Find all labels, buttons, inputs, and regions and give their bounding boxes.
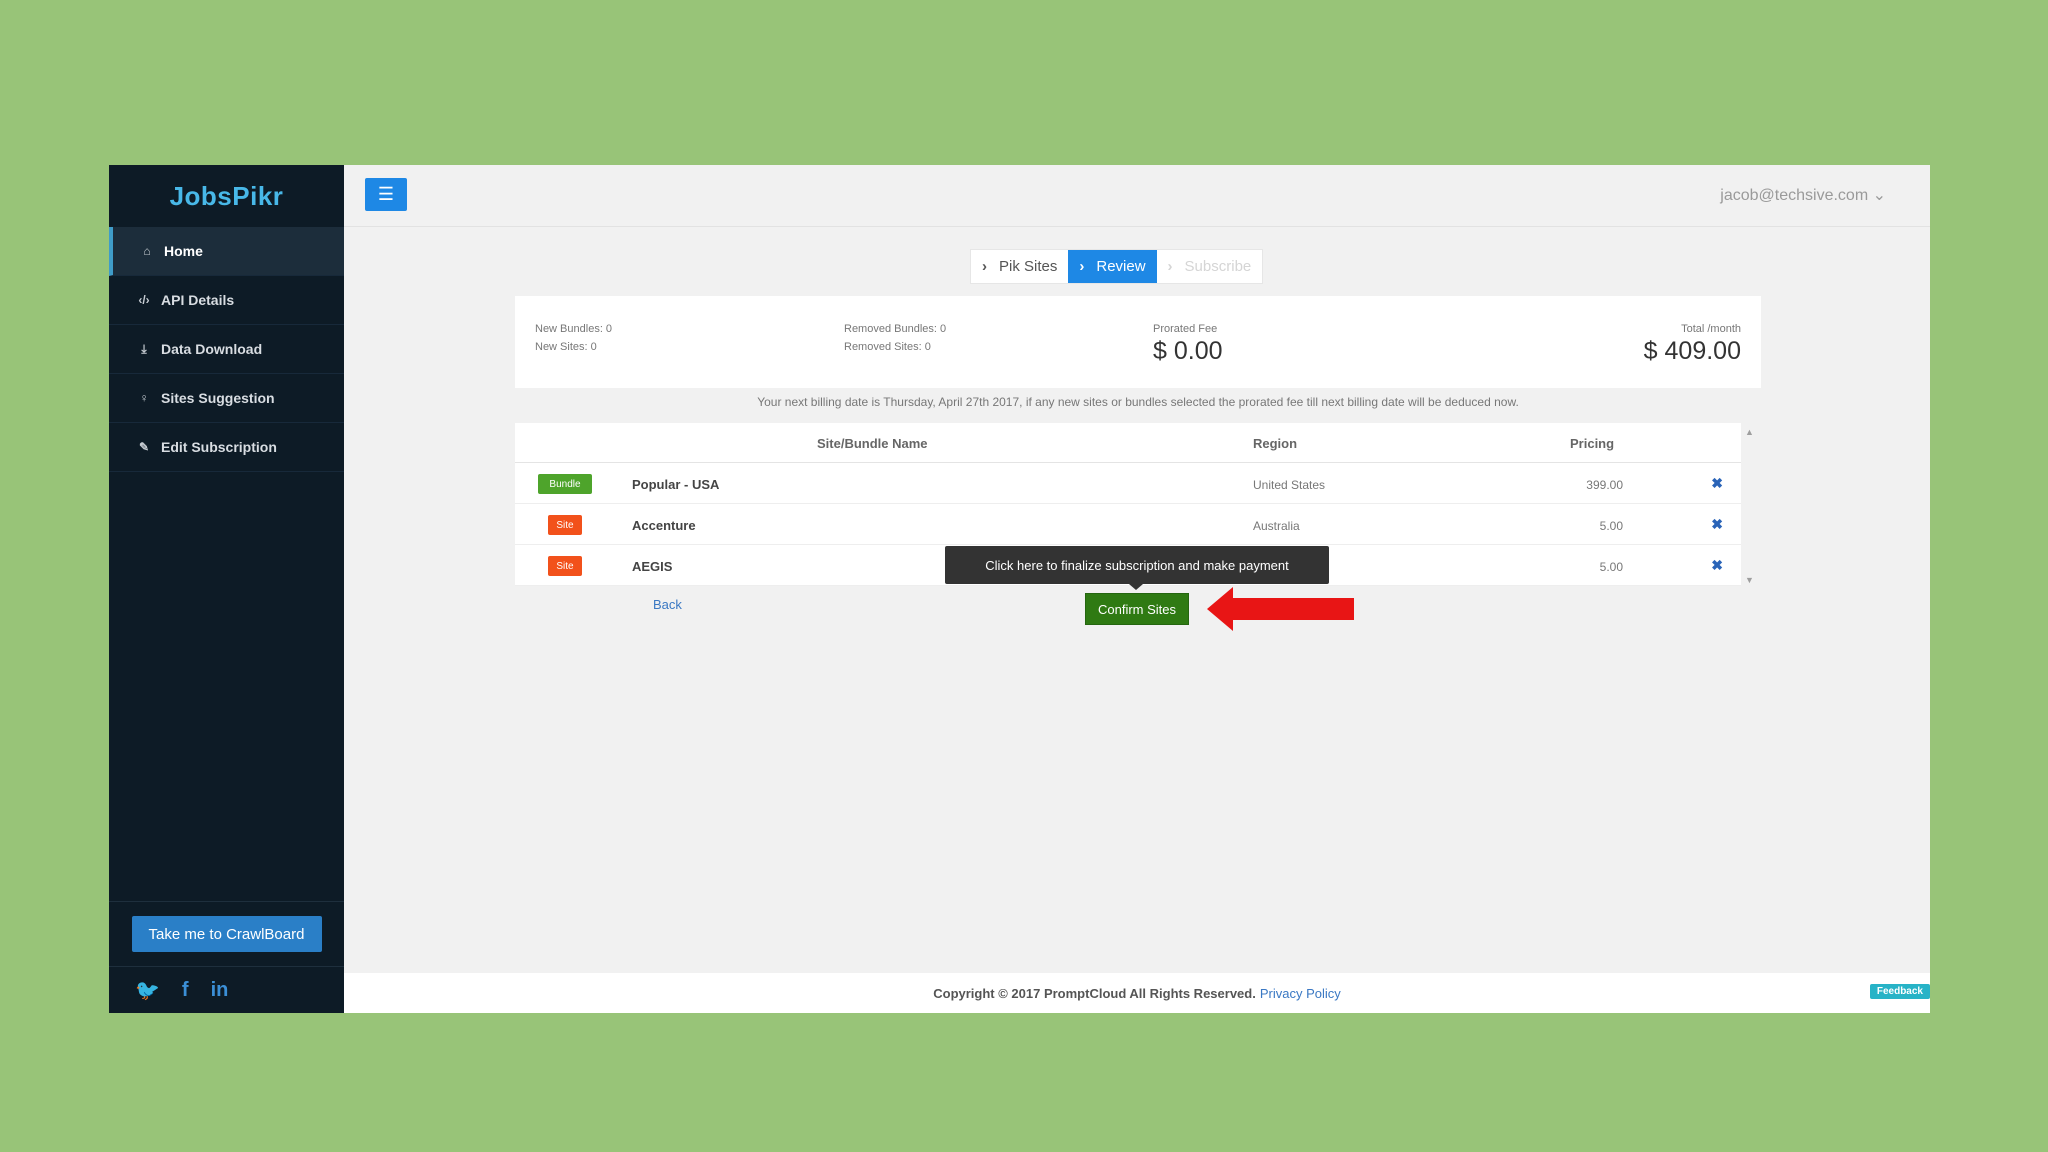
logo: JobsPikr <box>169 180 284 211</box>
site-name: AEGIS <box>632 559 673 574</box>
header-region: Region <box>1253 436 1298 451</box>
site-region: United States <box>1253 478 1326 492</box>
twitter-icon[interactable]: 🐦 <box>135 978 160 1003</box>
header-name: Site/Bundle Name <box>817 436 928 451</box>
step-subscribe: › Subscribe <box>1157 250 1263 283</box>
sidebar-item-label: Sites Suggestion <box>161 390 275 406</box>
menu-toggle-button[interactable]: ☰ <box>365 178 407 211</box>
total-label: Total /month <box>1681 323 1741 335</box>
feedback-button[interactable]: Feedback <box>1869 984 1930 999</box>
step-label: Pik Sites <box>999 258 1058 275</box>
crawlboard-button[interactable]: Take me to CrawlBoard <box>131 916 322 952</box>
copyright-text: Copyright © 2017 PromptCloud All Rights … <box>933 985 1256 1001</box>
summary-panel: New Bundles: 0 New Sites: 0 Removed Bund… <box>515 296 1761 388</box>
sidebar-footer: Take me to CrawlBoard 🐦 f in <box>109 901 344 1013</box>
home-icon: ⌂ <box>143 244 151 258</box>
site-badge: Site <box>548 515 582 535</box>
site-name: Popular - USA <box>632 477 720 492</box>
remove-icon[interactable]: ✖ <box>1711 516 1723 533</box>
sidebar-item-label: Data Download <box>161 341 263 357</box>
sidebar-item-edit-subscription[interactable]: ✎ Edit Subscription <box>109 423 344 472</box>
billing-note: Your next billing date is Thursday, Apri… <box>757 395 1519 409</box>
table-header: Site/Bundle Name Region Pricing <box>515 423 1741 463</box>
facebook-icon[interactable]: f <box>182 979 189 1002</box>
top-bar: ☰ jacob@techsive.com ⌄ <box>344 165 1930 227</box>
total-value: $ 409.00 <box>1643 337 1741 365</box>
bundle-badge: Bundle <box>538 474 592 494</box>
code-icon: ‹/› <box>138 293 150 307</box>
sidebar-item-api-details[interactable]: ‹/› API Details <box>109 276 344 325</box>
chevron-right-icon: › <box>982 258 987 275</box>
remove-icon[interactable]: ✖ <box>1711 557 1723 574</box>
sidebar: JobsPikr ⌂ Home ‹/› API Details ⤓ Data D… <box>109 165 344 1013</box>
new-bundles: New Bundles: 0 <box>535 323 613 335</box>
removed-bundles: Removed Bundles: 0 <box>844 323 947 335</box>
removed-counts: Removed Bundles: 0 Removed Sites: 0 <box>844 320 946 356</box>
chevron-right-icon: › <box>1079 258 1085 275</box>
table-scrollbar[interactable]: ▲ ▼ <box>1741 423 1761 589</box>
user-menu[interactable]: jacob@techsive.com ⌄ <box>1720 185 1886 205</box>
edit-icon: ✎ <box>138 440 150 454</box>
prorated-value: $ 0.00 <box>1153 337 1223 365</box>
new-counts: New Bundles: 0 New Sites: 0 <box>535 320 612 356</box>
prorated-label: Prorated Fee <box>1153 323 1218 335</box>
back-link[interactable]: Back <box>653 597 682 612</box>
table-row: Bundle Popular - USA United States 399.0… <box>515 463 1741 504</box>
site-name: Accenture <box>632 518 696 533</box>
table-row: Site Accenture Australia 5.00 ✖ <box>515 504 1741 545</box>
confirm-tooltip: Click here to finalize subscription and … <box>945 546 1329 584</box>
annotation-arrow-icon <box>1207 587 1354 631</box>
new-sites: New Sites: 0 <box>535 341 597 353</box>
remove-icon[interactable]: ✖ <box>1711 475 1723 492</box>
site-price: 399.00 <box>1586 478 1623 492</box>
header-pricing: Pricing <box>1570 436 1615 451</box>
hamburger-icon: ☰ <box>377 184 395 204</box>
step-review[interactable]: › Review <box>1068 250 1157 283</box>
site-region: Australia <box>1253 519 1300 533</box>
linkedin-icon[interactable]: in <box>211 979 229 1002</box>
app-window: JobsPikr ⌂ Home ‹/› API Details ⤓ Data D… <box>109 165 1930 1013</box>
sidebar-item-label: Home <box>164 243 203 259</box>
lightbulb-icon: ♀ <box>139 391 149 405</box>
crawlboard-wrapper: Take me to CrawlBoard <box>109 901 344 967</box>
scroll-up-icon[interactable]: ▲ <box>1745 427 1754 437</box>
wizard-steps: › Pik Sites › Review › Subscribe <box>970 249 1264 284</box>
removed-sites: Removed Sites: 0 <box>844 341 931 353</box>
prorated-fee: Prorated Fee $ 0.00 <box>1153 320 1223 365</box>
confirm-sites-button[interactable]: Confirm Sites <box>1085 593 1189 625</box>
site-price: 5.00 <box>1599 560 1623 574</box>
tooltip-pointer <box>1129 584 1143 590</box>
sidebar-item-label: Edit Subscription <box>161 439 277 455</box>
step-label: Review <box>1096 258 1146 275</box>
sidebar-item-data-download[interactable]: ⤓ Data Download <box>109 325 344 374</box>
sidebar-item-home[interactable]: ⌂ Home <box>109 227 344 276</box>
total-monthly: Total /month $ 409.00 <box>1643 320 1741 365</box>
site-badge: Site <box>548 556 582 576</box>
site-price: 5.00 <box>1599 519 1623 533</box>
chevron-right-icon: › <box>1167 258 1173 275</box>
step-label: Subscribe <box>1184 258 1252 275</box>
social-links: 🐦 f in <box>109 967 344 1013</box>
sidebar-item-sites-suggestion[interactable]: ♀ Sites Suggestion <box>109 374 344 423</box>
scroll-down-icon[interactable]: ▼ <box>1745 575 1754 585</box>
download-icon: ⤓ <box>141 341 147 356</box>
footer: Copyright © 2017 PromptCloud All Rights … <box>344 973 1930 1013</box>
step-pik-sites[interactable]: › Pik Sites <box>971 250 1068 283</box>
privacy-policy-link[interactable]: Privacy Policy <box>1260 986 1341 1001</box>
sidebar-item-label: API Details <box>161 292 235 308</box>
